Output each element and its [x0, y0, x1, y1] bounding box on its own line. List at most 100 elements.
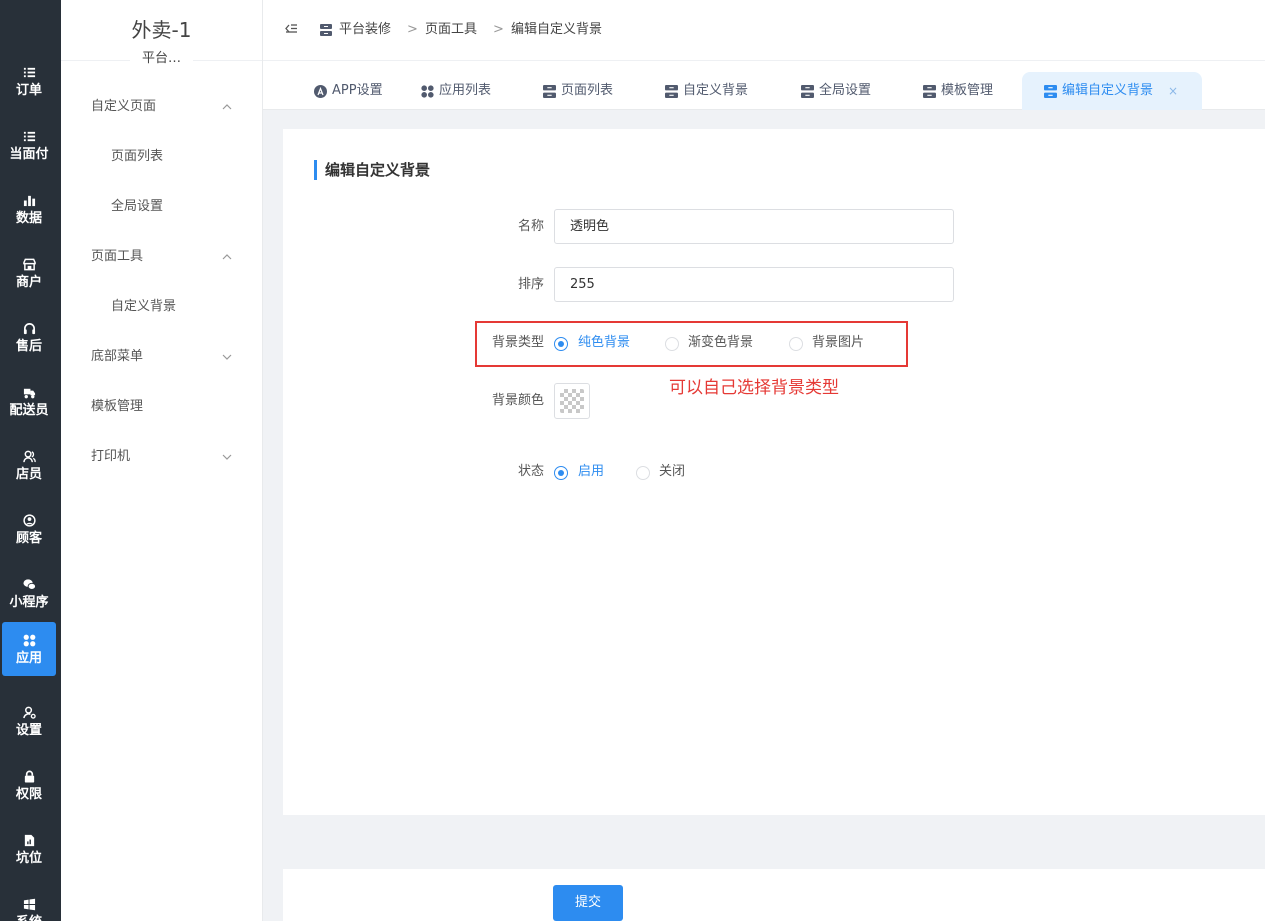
edit-background-card: 编辑自定义背景 名称 透明色 排序 255 背景类型 纯色背景 渐变色背景 背景… [283, 129, 1265, 815]
bg-type-label: 背景类型 [491, 335, 544, 350]
sidebar-item-global-settings[interactable]: 全局设置 [61, 192, 262, 222]
rail-item-orders[interactable]: 订单 [2, 54, 56, 108]
breadcrumb-current: 编辑自定义背景 [511, 22, 603, 37]
server-icon [665, 85, 678, 98]
rail-label: 顾客 [15, 531, 42, 546]
tab-bar: APP设置 应用列表 页面列表 自定义背景 全局设置 模板管理 编辑自定义背景 … [263, 61, 1265, 110]
bg-type-radio-image[interactable] [789, 337, 803, 351]
rail-item-slots[interactable]: 坑位 [2, 822, 56, 876]
name-label: 名称 [517, 219, 544, 234]
rail-label: 当面付 [9, 147, 49, 162]
apps-icon [421, 85, 434, 98]
tab-label: 编辑自定义背景 [1062, 83, 1154, 98]
rail-item-courier[interactable]: 配送员 [2, 374, 56, 428]
rail-item-merchant[interactable]: 商户 [2, 246, 56, 300]
status-radio-disabled[interactable] [636, 466, 650, 480]
sort-label: 排序 [517, 277, 544, 292]
rail-item-permissions[interactable]: 权限 [2, 758, 56, 812]
server-icon [801, 85, 814, 98]
store-name: 外卖-1 [131, 18, 192, 42]
sidebar-item-label: 打印机 [91, 449, 131, 464]
rail-item-customer[interactable]: 顾客 [2, 502, 56, 556]
annotation-text: 可以自己选择背景类型 [669, 378, 839, 398]
status-label: 状态 [517, 464, 544, 479]
rail-label: 售后 [15, 339, 42, 354]
rail-label: 订单 [15, 83, 42, 98]
sort-input[interactable]: 255 [554, 267, 954, 302]
rail-label: 商户 [15, 275, 42, 290]
headset-icon [23, 323, 36, 335]
tab-label: 模板管理 [941, 83, 994, 98]
status-option-label[interactable]: 关闭 [659, 462, 685, 482]
list-icon [23, 131, 36, 142]
sidebar-item-label: 全局设置 [111, 199, 164, 214]
sub-sidebar: 外卖-1 平台… 自定义页面 页面列表 全局设置 页面工具 自定义背景 底部菜单… [61, 0, 263, 921]
server-icon [320, 24, 332, 36]
rail-label: 店员 [15, 467, 42, 482]
status-option-label[interactable]: 启用 [578, 462, 604, 482]
rail-item-mini-program[interactable]: 小程序 [2, 566, 56, 620]
sidebar-group-bottom-menu[interactable]: 底部菜单 [61, 342, 262, 372]
rail-label: 权限 [15, 787, 42, 802]
status-radio-enabled[interactable] [554, 466, 568, 480]
sidebar-item-label: 底部菜单 [91, 349, 144, 364]
rail-item-apps[interactable]: 应用 [2, 622, 56, 676]
bg-type-option-label[interactable]: 渐变色背景 [688, 333, 753, 353]
customer-icon [23, 514, 36, 527]
tab-label: 自定义背景 [683, 83, 749, 98]
top-bar: 平台装修 > 页面工具 > 编辑自定义背景 [263, 0, 1265, 61]
rail-item-data[interactable]: 数据 [2, 182, 56, 236]
card-title: 编辑自定义背景 [314, 160, 430, 180]
store-icon [23, 258, 36, 271]
apps-icon [23, 634, 36, 647]
sidebar-group-printer[interactable]: 打印机 [61, 442, 262, 472]
breadcrumb-item[interactable]: 页面工具 [425, 21, 477, 39]
rail-item-settings[interactable]: 设置 [2, 694, 56, 748]
rail-item-face-pay[interactable]: 当面付 [2, 118, 56, 172]
transparent-swatch-icon [560, 389, 584, 413]
bg-type-radio-gradient[interactable] [665, 337, 679, 351]
sidebar-item-custom-background[interactable]: 自定义背景 [61, 292, 262, 322]
rail-label: 应用 [15, 651, 42, 666]
staff-icon [23, 450, 36, 463]
lock-icon [24, 770, 35, 783]
tab-label: 页面列表 [561, 83, 614, 98]
bg-color-picker[interactable] [554, 383, 590, 419]
collapse-menu-icon[interactable] [283, 21, 299, 37]
bg-type-option-label[interactable]: 纯色背景 [578, 333, 630, 353]
sidebar-item-page-list[interactable]: 页面列表 [61, 142, 262, 172]
chevron-up-icon [222, 254, 232, 260]
breadcrumb-separator: > [493, 22, 504, 37]
sidebar-item-label: 页面列表 [111, 149, 164, 164]
windows-icon [23, 898, 36, 911]
rail-label: 配送员 [9, 403, 49, 418]
rail-item-after-sales[interactable]: 售后 [2, 310, 56, 364]
breadcrumb-separator: > [407, 22, 418, 37]
rail-item-staff[interactable]: 店员 [2, 438, 56, 492]
store-subtitle-text: 平台… [129, 51, 193, 66]
app-store-icon [314, 85, 327, 98]
bar-chart-icon [23, 195, 36, 207]
tab-edit-custom-background[interactable]: 编辑自定义背景 × [1022, 72, 1202, 110]
sidebar-item-label: 页面工具 [91, 249, 144, 264]
sidebar-group-custom-page[interactable]: 自定义页面 [61, 92, 262, 122]
name-input[interactable]: 透明色 [554, 209, 954, 244]
tab-close-icon[interactable]: × [1168, 72, 1178, 110]
rail-item-system[interactable]: 系统 [2, 886, 56, 921]
breadcrumb-item[interactable]: 平台装修 [339, 21, 391, 39]
tab-label: APP设置 [332, 83, 383, 98]
sidebar-item-label: 模板管理 [91, 399, 144, 414]
sidebar-group-page-tools[interactable]: 页面工具 [61, 242, 262, 272]
server-icon [543, 85, 556, 98]
bg-type-radio-solid[interactable] [554, 337, 568, 351]
chevron-up-icon [222, 104, 232, 110]
server-icon [923, 85, 936, 98]
delivery-icon [23, 388, 36, 399]
list-icon [23, 67, 36, 78]
rail-label: 坑位 [15, 851, 42, 866]
sidebar-item-template-management[interactable]: 模板管理 [61, 392, 262, 422]
bg-type-option-label[interactable]: 背景图片 [812, 333, 864, 353]
rail-label: 设置 [15, 723, 42, 738]
submit-button[interactable]: 提交 [553, 885, 623, 921]
sidebar-item-label: 自定义背景 [111, 299, 177, 314]
